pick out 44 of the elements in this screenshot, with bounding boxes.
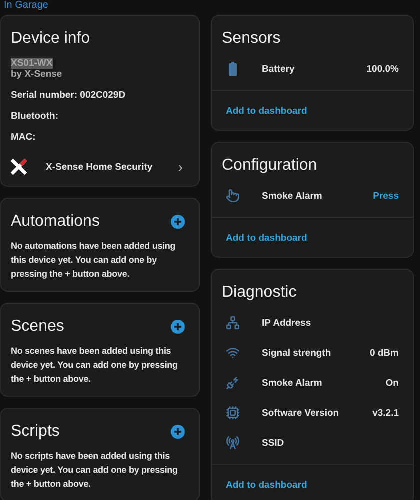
network-icon [226, 316, 240, 330]
add-to-dashboard-link[interactable]: Add to dashboard [226, 233, 308, 244]
empty-message: No scripts have been added using this device yet. You can add one by pressing the + button above. [10, 450, 179, 491]
entity-name[interactable]: Software Version [262, 408, 351, 418]
entity-name[interactable]: Smoke Alarm [262, 378, 364, 388]
model-name: XS01-WX [11, 58, 53, 69]
entity-name[interactable]: SSID [262, 438, 399, 448]
plug-icon [226, 376, 240, 390]
entity-name[interactable]: Battery [262, 64, 345, 74]
wifi-icon [226, 346, 240, 360]
card-title: Diagnostic [221, 283, 298, 302]
entity-value: v3.2.1 [372, 408, 399, 418]
entity-value: 0 dBm [370, 348, 399, 358]
entity-name[interactable]: Smoke Alarm [262, 190, 352, 202]
add-icon[interactable] [171, 320, 185, 334]
card-title: Scripts [10, 422, 61, 441]
chevron-icon: › [178, 159, 183, 175]
chip-icon [226, 406, 240, 420]
add-to-dashboard-link[interactable]: Add to dashboard [226, 106, 308, 117]
entity-name[interactable]: Signal strength [262, 348, 348, 358]
card-title: Scenes [10, 317, 66, 336]
add-icon[interactable] [171, 215, 185, 229]
manufacturer: by X-Sense [11, 69, 62, 80]
add-icon[interactable] [171, 425, 185, 439]
tap-icon [226, 189, 240, 203]
card-title: Configuration [221, 156, 318, 175]
antenna-icon [226, 436, 240, 450]
empty-message: No scenes have been added using this device yet. You can add one by pressing the + button above. [10, 345, 179, 386]
device-detail: MAC: [11, 132, 37, 143]
press-link[interactable]: Press [373, 190, 399, 202]
breadcrumb-link[interactable]: In Garage [4, 0, 48, 12]
entity-value: On [386, 378, 399, 388]
entity-name[interactable]: IP Address [262, 318, 399, 328]
add-to-dashboard-link[interactable]: Add to dashboard [226, 480, 308, 491]
x-logo-icon [11, 159, 28, 175]
entity-value: 100.0% [366, 64, 399, 74]
device-detail: Bluetooth: [11, 111, 60, 122]
device-detail: Serial number: 002C029D [11, 90, 127, 101]
battery-icon [229, 62, 237, 76]
card-title: Device info [10, 29, 92, 48]
empty-message: No automations have been added using this device yet. You can add one by pressing the + button above. [10, 240, 177, 281]
card-title: Automations [10, 212, 101, 231]
integration-link[interactable]: X-Sense Home Security [46, 162, 160, 172]
card-title: Sensors [221, 29, 282, 48]
